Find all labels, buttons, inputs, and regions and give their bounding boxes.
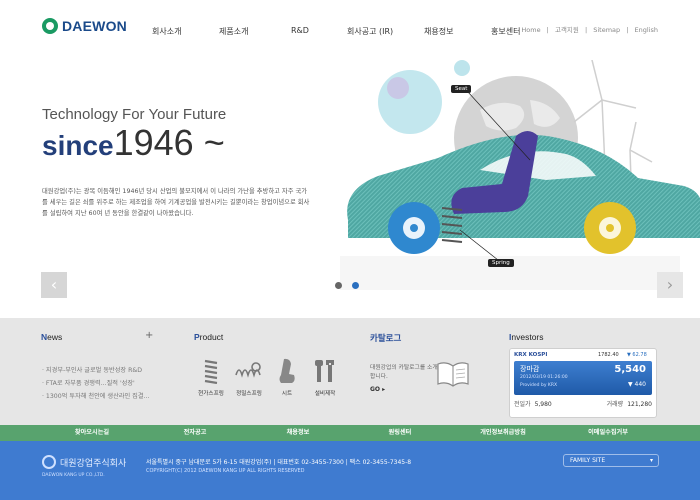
- investors-title-rest: nvestors: [511, 332, 544, 342]
- prev-close-label: 전일가: [514, 401, 531, 408]
- nav-ir[interactable]: 회사공고 (IR): [347, 26, 393, 37]
- product-suspension-spring[interactable]: 현가스프링: [194, 356, 228, 397]
- quote-provider: Provided by KRX: [520, 383, 558, 388]
- wheel-rear: [584, 202, 636, 254]
- quote-date: 2012/03/19 01:26:00: [520, 375, 568, 380]
- link-center[interactable]: 원링센터: [350, 425, 450, 441]
- volume-label: 거래량: [606, 401, 624, 408]
- footer-address: 서울특별시 중구 남대문로 5가 6-15 대원강업(주) | 대표번호 02-…: [146, 459, 412, 466]
- family-site-select[interactable]: FAMILY SITE ▾: [563, 454, 659, 467]
- news-item[interactable]: · FTA로 자부품 경쟁력...질적 '성장': [42, 377, 172, 390]
- stock-change: ▼ 440: [628, 381, 646, 388]
- catalog-title[interactable]: 카탈로그: [370, 332, 401, 344]
- kospi-value: 1782.40: [598, 352, 619, 358]
- since-year: 1946 ~: [113, 122, 225, 163]
- link-recruit[interactable]: 채용정보: [246, 425, 350, 441]
- bubble-large: [378, 70, 442, 134]
- util-support[interactable]: 고객지원: [555, 26, 579, 34]
- car-illustration: [340, 60, 700, 290]
- nav-pr[interactable]: 홍보센터: [491, 26, 520, 37]
- hero-since: since1946 ~: [42, 122, 225, 164]
- prev-close: 전일가 5,980: [514, 399, 552, 408]
- stock-stats: 전일가 5,980 거래량 121,280: [514, 399, 652, 408]
- product-precision-spring[interactable]: 정밀스프링: [232, 356, 266, 397]
- product-title[interactable]: Product: [194, 332, 223, 342]
- bubble-small: [454, 60, 470, 76]
- nav-company[interactable]: 회사소개: [152, 26, 181, 37]
- catalog-title-text: 카탈로그: [370, 333, 402, 343]
- footer: 대원강업주식회사 DAEWON KANG UP CO.,LTD. 서울특별시 중…: [0, 441, 700, 500]
- slide-indicator: [335, 282, 359, 289]
- product-title-rest: roduct: [199, 332, 224, 342]
- kospi-label: KRX KOSPI: [514, 352, 548, 358]
- spring-callout: Spring: [488, 259, 514, 267]
- seat-callout: Seat: [451, 85, 472, 93]
- link-privacy[interactable]: 개인정보취급방침: [450, 425, 556, 441]
- nav-rnd[interactable]: R&D: [291, 26, 309, 35]
- product-list: 현가스프링 정밀스프링 시트 설비제작: [194, 356, 342, 397]
- util-english[interactable]: English: [635, 26, 658, 34]
- quick-link-bar: 찾아오시는길 전자공고 채용정보 원링센터 개인정보취급방침 이메일수집거부: [0, 425, 700, 441]
- info-band: News + · 지경부-부인사 글로벌 동반성장 R&D · FTA로 자부품…: [0, 318, 700, 425]
- prev-close-value: 5,980: [534, 401, 552, 408]
- product-label: 현가스프링: [198, 391, 224, 397]
- stock-widget: KRX KOSPI 1782.40 ▼ 62.78 장마감 2012/03/19…: [509, 348, 657, 418]
- stock-price: 5,540: [614, 364, 646, 375]
- footer-company-eng: DAEWON KANG UP CO.,LTD.: [42, 473, 105, 478]
- coil-spring-icon: [194, 356, 228, 386]
- slide-dot-1[interactable]: [335, 282, 342, 289]
- stock-quote: 장마감 2012/03/19 01:26:00 Provided by KRX …: [514, 361, 652, 395]
- wheel-front: [388, 202, 440, 254]
- nav-products[interactable]: 제품소개: [219, 26, 248, 37]
- product-label: 정밀스프링: [236, 391, 262, 397]
- footer-logo-icon: [42, 455, 56, 469]
- since-word: since: [42, 130, 114, 161]
- hero-banner: Technology For Your Future since1946 ~ 대…: [0, 60, 700, 318]
- news-more-icon[interactable]: +: [145, 330, 153, 341]
- util-home[interactable]: Home: [521, 26, 540, 34]
- slide-dot-2[interactable]: [352, 282, 359, 289]
- news-list: · 지경부-부인사 글로벌 동반성장 R&D · FTA로 자부품 경쟁력...…: [42, 364, 172, 403]
- util-sep: |: [546, 26, 549, 34]
- catalog-description: 대원강업의 카탈로그를 소개합니다.: [370, 365, 438, 380]
- news-item[interactable]: · 지경부-부인사 글로벌 동반성장 R&D: [42, 364, 172, 377]
- link-email-refusal[interactable]: 이메일수집거부: [556, 425, 660, 441]
- product-seat[interactable]: 시트: [270, 356, 304, 397]
- product-label: 설비제작: [314, 391, 336, 397]
- utility-links: Home | 고객지원 | Sitemap | English: [519, 24, 660, 34]
- next-slide-button[interactable]: ›: [657, 272, 683, 298]
- footer-company: 대원강업주식회사: [60, 458, 127, 469]
- hero-description: 대원강업(주)는 광복 이듬해인 1946년 당시 산업의 불모지에서 이 나라…: [42, 188, 310, 217]
- header: DAEWON 회사소개 제품소개 R&D 회사공고 (IR) 채용정보 홍보센터…: [0, 0, 700, 60]
- family-site-label: FAMILY SITE: [570, 457, 606, 464]
- investors-title[interactable]: Investors: [509, 332, 544, 342]
- news-title-rest: ews: [47, 332, 63, 342]
- link-e-notice[interactable]: 전자공고: [144, 425, 246, 441]
- news-title[interactable]: News: [41, 332, 62, 342]
- catalog-book-icon[interactable]: [436, 360, 470, 388]
- footer-copyright: COPYRIGHT(C) 2012 DAEWON KANG UP ALL RIG…: [146, 468, 305, 474]
- market-status: 장마감: [520, 365, 540, 373]
- product-label: 시트: [281, 391, 293, 397]
- news-item[interactable]: · 1300억 투자해 천안에 생산라인 집결...: [42, 390, 172, 403]
- chevron-down-icon: ▾: [649, 457, 653, 464]
- footer-logo: 대원강업주식회사: [42, 455, 126, 469]
- kospi-change: ▼ 62.78: [627, 352, 647, 358]
- product-equipment[interactable]: 설비제작: [308, 356, 342, 397]
- volume-value: 121,280: [627, 401, 652, 408]
- precision-spring-icon: [232, 356, 266, 386]
- prev-slide-button[interactable]: ‹: [41, 272, 67, 298]
- catalog-go-link[interactable]: GO ▸: [370, 386, 385, 393]
- nav-recruit[interactable]: 채용정보: [424, 26, 453, 37]
- util-sitemap[interactable]: Sitemap: [593, 26, 620, 34]
- util-sep: |: [626, 26, 629, 34]
- bubble-checker: [387, 77, 409, 99]
- volume: 거래량 121,280: [607, 399, 652, 408]
- hero-tagline: Technology For Your Future: [42, 106, 227, 123]
- seat-icon: [270, 356, 304, 386]
- link-directions[interactable]: 찾아오시는길: [40, 425, 144, 441]
- util-sep: |: [584, 26, 588, 34]
- tools-icon: [308, 356, 342, 386]
